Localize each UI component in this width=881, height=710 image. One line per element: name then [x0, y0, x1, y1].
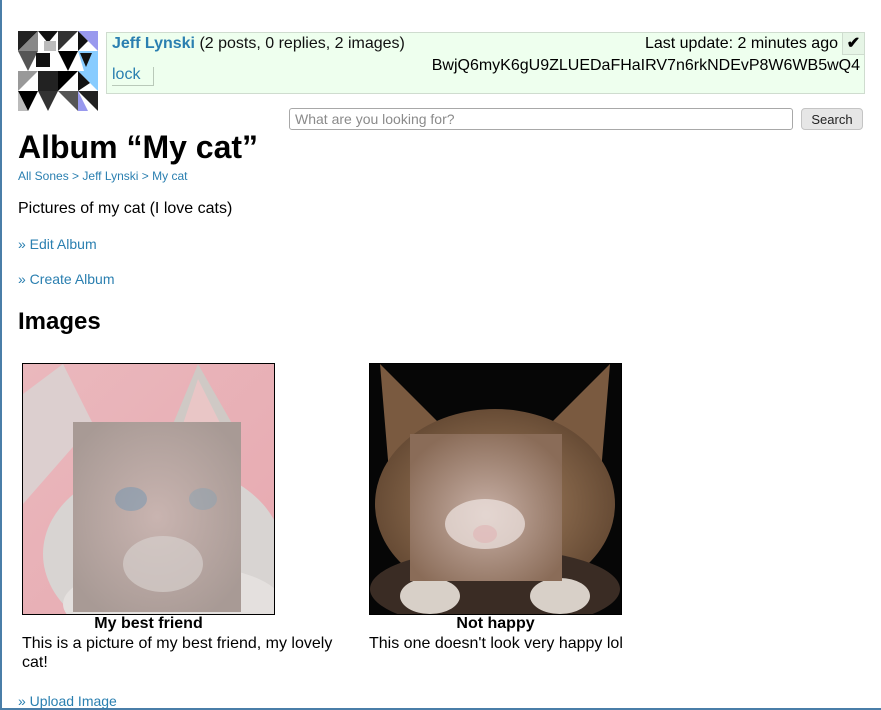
- image-title: My best friend: [94, 615, 203, 632]
- cat-photo: [370, 364, 621, 614]
- album-description: Pictures of my cat (I love cats): [18, 200, 233, 217]
- images-section-title: Images: [18, 308, 101, 335]
- left-border: [0, 0, 2, 710]
- page-title: Album “My cat”: [18, 129, 259, 165]
- edit-album-link[interactable]: » Edit Album: [18, 236, 97, 252]
- sone-stats: (2 posts, 0 replies, 2 images): [199, 35, 405, 52]
- lock-link[interactable]: lock: [112, 67, 154, 86]
- sone-name-link[interactable]: Jeff Lynski: [112, 35, 195, 52]
- search-input[interactable]: [289, 108, 793, 130]
- image-card: Not happy This one doesn't look very hap…: [369, 363, 623, 653]
- sone-header: Jeff Lynski (2 posts, 0 replies, 2 image…: [112, 35, 405, 53]
- image-description: This is a picture of my best friend, my …: [22, 635, 333, 671]
- image-description: This one doesn't look very happy lol: [369, 635, 623, 652]
- breadcrumb-separator: >: [141, 169, 153, 183]
- image-thumbnail[interactable]: [369, 363, 622, 615]
- image-thumbnail[interactable]: [22, 363, 275, 615]
- checkmark-icon[interactable]: ✔: [842, 33, 864, 55]
- last-update: Last update: 2 minutes ago: [644, 35, 838, 52]
- breadcrumb-sone[interactable]: Jeff Lynski: [82, 169, 138, 183]
- breadcrumb: All Sones > Jeff Lynski > My cat: [18, 169, 187, 183]
- sone-id: BwjQ6myK6gU9ZLUEDaFHaIRV7n6rkNDEvP8W6WB5…: [431, 57, 860, 74]
- sone-status-box: Jeff Lynski (2 posts, 0 replies, 2 image…: [106, 32, 865, 94]
- cat-photo: [23, 364, 274, 614]
- identicon-image: [18, 31, 98, 111]
- breadcrumb-all-sones[interactable]: All Sones: [18, 169, 69, 183]
- image-title: Not happy: [456, 615, 535, 632]
- breadcrumb-album[interactable]: My cat: [152, 169, 187, 183]
- image-card: My best friend This is a picture of my b…: [22, 363, 332, 672]
- upload-image-link[interactable]: » Upload Image: [18, 693, 117, 709]
- create-album-link[interactable]: » Create Album: [18, 271, 115, 287]
- sone-avatar[interactable]: [18, 31, 98, 111]
- breadcrumb-separator: >: [72, 169, 83, 183]
- search-button[interactable]: Search: [801, 108, 863, 130]
- sone-album-page: Jeff Lynski (2 posts, 0 replies, 2 image…: [0, 0, 881, 710]
